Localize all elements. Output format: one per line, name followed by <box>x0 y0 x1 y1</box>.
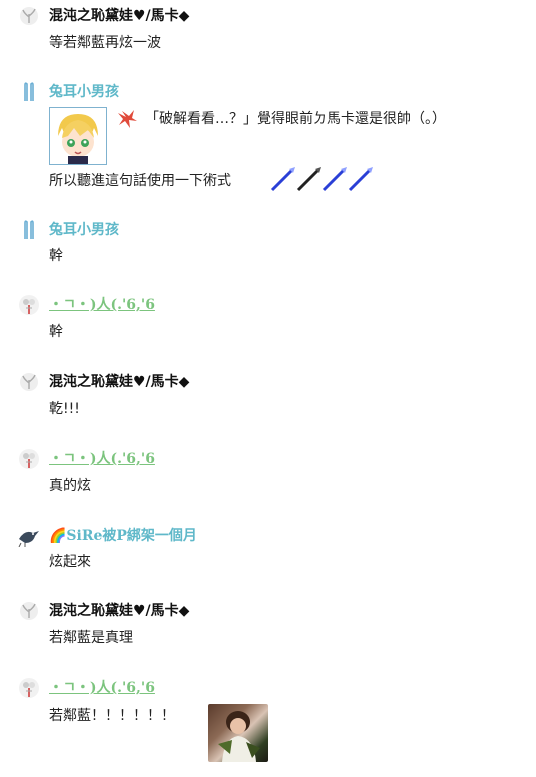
username[interactable]: ・ㄱ・)人(.'6,'6 <box>49 450 155 468</box>
username[interactable]: 兔耳小男孩 <box>49 221 119 239</box>
username[interactable]: 兔耳小男孩 <box>49 83 119 101</box>
message-text: 乾!!! <box>49 401 80 417</box>
message-text: 所以聽進這句話使用一下術式 <box>49 173 231 189</box>
username[interactable]: ・ㄱ・)人(.'6,'6 <box>49 296 155 314</box>
rabbit-avatar-icon[interactable] <box>17 80 41 104</box>
username[interactable]: 混沌之恥黛娃♥/馬卡◆ <box>49 373 189 391</box>
message-text: 幹 <box>49 248 63 264</box>
message-text: 若鄰藍是真理 <box>49 630 133 646</box>
anime-boy-sticker <box>49 107 107 165</box>
rabbit-avatar-icon[interactable] <box>17 218 41 242</box>
flower-avatar-icon[interactable] <box>17 447 41 471</box>
flower-avatar-icon[interactable] <box>17 676 41 700</box>
flower-avatar-icon[interactable] <box>17 293 41 317</box>
username[interactable]: 🌈SiRe被P綁架一個月 <box>49 527 197 545</box>
quoted-text: 「破解看看…？」覺得眼前ㄉ馬卡還是很帥（。） <box>145 111 446 127</box>
bird-avatar-icon[interactable] <box>17 524 41 548</box>
sparkle-icon <box>116 109 138 133</box>
plant-avatar-icon[interactable] <box>17 4 41 28</box>
magic-wands-icon <box>270 166 374 196</box>
username[interactable]: 混沌之恥黛娃♥/馬卡◆ <box>49 602 189 620</box>
girl-photo[interactable] <box>208 704 268 762</box>
chat-log: 混沌之恥黛娃♥/馬卡◆ 等若鄰藍再炫一波 兔耳小男孩 「破解看看…？」覺得眼前ㄉ… <box>0 0 536 777</box>
username[interactable]: ・ㄱ・)人(.'6,'6 <box>49 679 155 697</box>
message-text: 真的炫 <box>49 478 91 494</box>
message-text: 若鄰藍！！！！！！ <box>49 708 175 724</box>
message-text: 炫起來 <box>49 554 91 570</box>
plant-avatar-icon[interactable] <box>17 370 41 394</box>
message-text: 等若鄰藍再炫一波 <box>49 35 161 51</box>
message-text: 幹 <box>49 324 63 340</box>
plant-avatar-icon[interactable] <box>17 599 41 623</box>
username[interactable]: 混沌之恥黛娃♥/馬卡◆ <box>49 7 189 25</box>
